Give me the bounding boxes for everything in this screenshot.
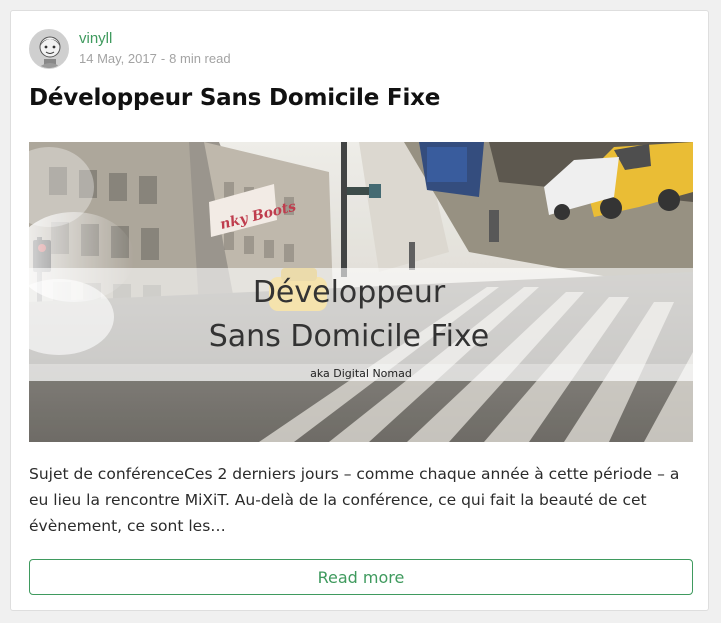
hero-image[interactable]: nky Boots Développeur Sans Domicile Fixe… (29, 142, 693, 442)
hero-tagline: aka Digital Nomad (310, 367, 412, 380)
post-title[interactable]: Développeur Sans Domicile Fixe (29, 85, 440, 111)
blog-post-card: vinyll 14 May, 2017-8 min read Développe… (10, 10, 709, 611)
author-name[interactable]: vinyll (79, 30, 112, 47)
read-time: 8 min read (169, 51, 231, 66)
hero-title-line-2: Sans Domicile Fixe (209, 319, 489, 354)
post-date: 14 May, 2017 (79, 51, 157, 66)
hero-title-line-1: Développeur (253, 275, 446, 310)
post-excerpt: Sujet de conférenceCes 2 derniers jours … (29, 465, 680, 535)
author-avatar[interactable] (29, 29, 69, 69)
read-more-button[interactable]: Read more (29, 559, 693, 595)
post-meta: 14 May, 2017-8 min read (79, 51, 231, 66)
meta-separator: - (160, 51, 166, 66)
